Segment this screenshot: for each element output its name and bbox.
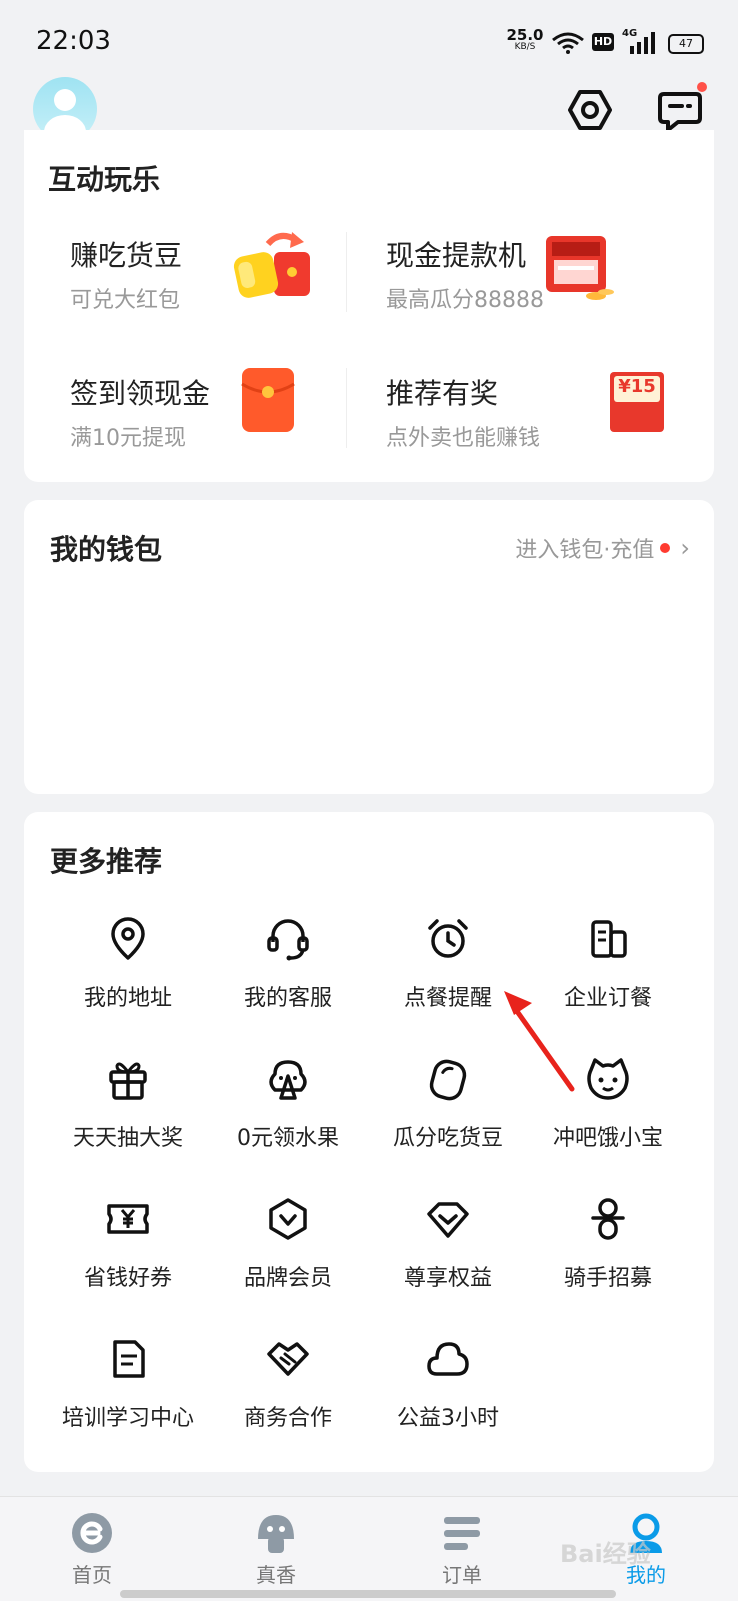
tree-icon <box>269 1060 307 1100</box>
document-icon <box>113 1340 145 1378</box>
grid-item-label: 天天抽大奖 <box>72 1126 183 1151</box>
fun-item-name: 赚吃货豆 <box>70 239 183 272</box>
grid-item-label: 我的客服 <box>243 986 332 1011</box>
red-packet-icon <box>241 368 295 432</box>
tab-orders[interactable]: 订单 <box>392 1497 532 1601</box>
grid-item-label: 尊享权益 <box>403 1266 492 1291</box>
grid-item-label: 冲吧饿小宝 <box>552 1126 663 1151</box>
wallet-link-label: 进入钱包·充值 <box>515 538 655 563</box>
more-recommendations-card: 更多推荐 我的地址 我的客服 点餐提醒 企业订餐 天天抽大奖 0元领水果 瓜分吃… <box>24 812 714 1472</box>
location-pin-icon <box>111 917 145 960</box>
list-icon <box>444 1517 480 1550</box>
home-indicator[interactable] <box>120 1590 616 1598</box>
grid-item-label: 品牌会员 <box>243 1266 332 1291</box>
tab-home[interactable]: 首页 <box>22 1497 162 1601</box>
grid-item-label: 0元领水果 <box>237 1126 339 1151</box>
grid-item-label: 省钱好券 <box>83 1266 172 1291</box>
fun-item-name: 签到领现金 <box>70 377 211 410</box>
gift-icon <box>109 1062 147 1100</box>
yen-coupon-icon <box>107 1204 149 1234</box>
fun-item-sub: 可兑大红包 <box>70 288 181 313</box>
fun-section-card: 互动玩乐 赚吃货豆 可兑大红包 现金提款机 最高瓜分88888 签到领现金 满1… <box>24 130 714 482</box>
grid-item-business-coop[interactable]: 商务合作 <box>208 1336 368 1446</box>
grid-item-exclusive-rights[interactable]: 尊享权益 <box>368 1196 528 1306</box>
fun-item-referral-reward[interactable]: 推荐有奖 点外卖也能赚钱 ¥15 <box>340 372 664 482</box>
grid-item-label: 瓜分吃货豆 <box>392 1126 503 1151</box>
cloud-icon <box>427 1342 469 1376</box>
rider-icon <box>591 1198 625 1240</box>
tab-label: 订单 <box>442 1563 482 1587</box>
hexagon-v-icon <box>269 1198 307 1240</box>
messages-button[interactable] <box>656 82 707 134</box>
grid-item-customer-service[interactable]: 我的客服 <box>208 916 368 1026</box>
mushroom-icon <box>258 1515 294 1553</box>
handshake-icon <box>267 1342 309 1376</box>
grid-item-brand-member[interactable]: 品牌会员 <box>208 1196 368 1306</box>
fun-item-checkin-cash[interactable]: 签到领现金 满10元提现 <box>24 368 344 482</box>
grid-item-label: 骑手招募 <box>563 1266 652 1291</box>
grid-item-label: 我的地址 <box>83 986 172 1011</box>
wifi-icon <box>552 32 584 54</box>
message-icon <box>658 92 702 132</box>
grid-item-charity-3h[interactable]: 公益3小时 <box>368 1336 528 1446</box>
network-speed: 25.0 KB/S <box>505 26 545 53</box>
wallet-title: 我的钱包 <box>50 533 163 566</box>
signal-indicator: 4G <box>622 28 658 54</box>
chevron-right-icon: › <box>680 534 690 562</box>
tab-label: 真香 <box>256 1563 296 1587</box>
baidu-watermark: Bai经验 <box>560 1540 651 1568</box>
fun-item-sub: 点外卖也能赚钱 <box>386 426 541 451</box>
grid-item-training-center[interactable]: 培训学习中心 <box>48 1336 208 1446</box>
reward-amount: ¥15 <box>618 376 656 397</box>
settings-button[interactable] <box>566 86 614 134</box>
fun-item-cash-machine[interactable]: 现金提款机 最高瓜分88888 <box>340 234 660 344</box>
grid-item-label: 商务合作 <box>243 1406 332 1431</box>
settings-icon <box>568 90 612 130</box>
cash-machine-icon <box>546 236 614 300</box>
gift-box-redpacket-icon <box>233 232 310 298</box>
more-title: 更多推荐 <box>50 845 163 878</box>
building-icon <box>591 920 627 958</box>
home-e-icon <box>72 1513 112 1553</box>
fun-section-title: 互动玩乐 <box>48 163 161 196</box>
grid-item-coupons[interactable]: 省钱好券 <box>48 1196 208 1306</box>
fun-item-name: 推荐有奖 <box>386 377 499 410</box>
cat-face-icon <box>587 1058 629 1100</box>
fun-item-name: 现金提款机 <box>386 239 527 272</box>
headset-icon <box>267 919 309 961</box>
wallet-red-dot <box>660 543 671 553</box>
grid-item-free-fruit[interactable]: 0元领水果 <box>208 1056 368 1166</box>
annotation-arrow-icon <box>504 991 575 1092</box>
status-time: 22:03 <box>36 26 111 56</box>
hd-icon: HD <box>592 33 614 51</box>
reward-envelope-icon: ¥15 <box>610 372 664 432</box>
grid-item-label: 培训学习中心 <box>61 1406 194 1431</box>
battery-icon: 47 <box>668 34 704 54</box>
tab-zhenxiang[interactable]: 真香 <box>206 1497 346 1601</box>
signal-bars-icon <box>630 32 655 54</box>
fun-item-earn-beans[interactable]: 赚吃货豆 可兑大红包 <box>24 232 344 344</box>
message-badge-dot <box>697 82 707 92</box>
fun-item-sub: 满10元提现 <box>70 426 186 451</box>
grid-item-rider-recruit[interactable]: 骑手招募 <box>528 1196 688 1306</box>
tab-label: 首页 <box>72 1563 112 1587</box>
wallet-card: 我的钱包 进入钱包·充值 › <box>24 500 714 794</box>
wallet-enter-link[interactable]: 进入钱包·充值 › <box>515 532 690 564</box>
grid-item-label: 公益3小时 <box>397 1406 499 1431</box>
network-speed-value: 25.0 <box>506 26 544 44</box>
alarm-clock-icon <box>428 919 468 958</box>
grid-item-daily-lottery[interactable]: 天天抽大奖 <box>48 1056 208 1166</box>
grid-item-my-address[interactable]: 我的地址 <box>48 916 208 1026</box>
bean-icon <box>429 1059 467 1101</box>
status-bar: 22:03 25.0 KB/S HD 4G 47 <box>0 0 738 80</box>
fun-item-sub: 最高瓜分88888 <box>386 288 544 313</box>
diamond-chevron-icon <box>427 1202 469 1238</box>
